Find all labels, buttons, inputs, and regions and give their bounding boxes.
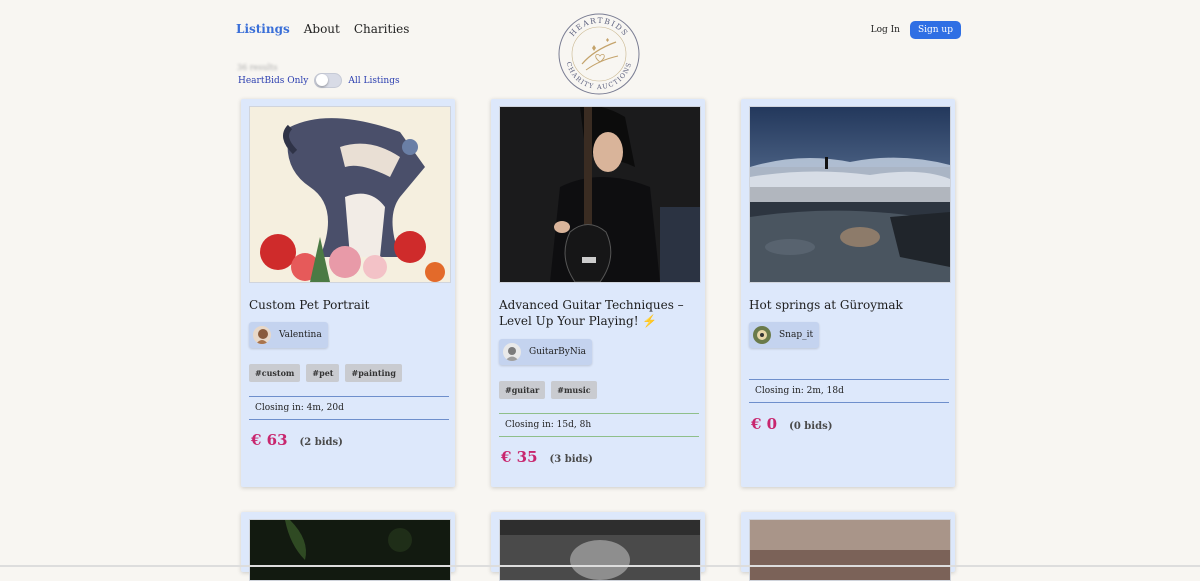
auth-nav: Log In Sign up [871,21,961,39]
current-price: € 0 [751,415,778,433]
tag[interactable]: #custom [249,364,301,382]
closing-time: Closing in: 15d, 8h [499,413,699,437]
listing-card[interactable] [241,512,455,581]
listing-card[interactable]: Advanced Guitar Techniques – Level Up Yo… [491,99,705,487]
results-count: 36 results [237,63,278,72]
price-row: € 63 (2 bids) [251,431,343,449]
seller-avatar [253,326,271,344]
all-listings-label[interactable]: All Listings [348,76,399,86]
listing-image-guitar[interactable] [499,106,701,283]
current-price: € 63 [251,431,288,449]
closing-time: Closing in: 2m, 18d [749,379,949,403]
nav-charities[interactable]: Charities [354,22,410,36]
seller-avatar [503,343,521,361]
tag[interactable]: #pet [306,364,340,382]
bid-count: (2 bids) [299,437,343,448]
toggle-knob [316,74,329,86]
listing-image-pet-portrait[interactable] [249,106,451,283]
heartbids-only-label[interactable]: HeartBids Only [238,76,308,86]
nav-about[interactable]: About [304,22,340,36]
listing-image[interactable] [249,519,451,581]
seller-chip[interactable]: Valentina [249,322,328,348]
bid-count: (3 bids) [549,454,593,465]
seller-name: Snap_it [779,330,814,340]
seller-chip[interactable]: Snap_it [749,322,820,348]
listing-image[interactable] [749,519,951,581]
seller-avatar [753,326,771,344]
login-link[interactable]: Log In [871,25,900,35]
tag-list: #custom #pet #painting [249,364,402,382]
listing-card[interactable] [741,512,955,581]
closing-time: Closing in: 4m, 20d [249,396,449,420]
tag[interactable]: #guitar [499,381,546,399]
listing-image-hot-springs[interactable] [749,106,951,283]
main-nav: Listings About Charities [236,22,409,36]
listing-card[interactable]: Hot springs at Güroymak Snap_it Closing … [741,99,955,487]
listing-card[interactable] [491,512,705,581]
listing-card[interactable]: Custom Pet Portrait Valentina #custom #p… [241,99,455,487]
tag[interactable]: #painting [345,364,402,382]
signup-button[interactable]: Sign up [909,21,961,39]
seller-name: GuitarByNia [529,347,586,357]
nav-listings[interactable]: Listings [236,22,290,36]
listing-filter: HeartBids Only All Listings [238,73,400,88]
listing-title[interactable]: Advanced Guitar Techniques – Level Up Yo… [499,297,699,329]
listing-title[interactable]: Hot springs at Güroymak [749,297,949,313]
listing-toggle[interactable] [314,73,343,88]
seller-chip[interactable]: GuitarByNia [499,339,592,365]
bid-count: (0 bids) [789,421,833,432]
heartbids-logo[interactable]: HEARTBIDS CHARITY AUCTIONS [556,12,642,96]
tag-list: #guitar #music [499,381,597,399]
price-row: € 0 (0 bids) [751,415,832,433]
listing-image[interactable] [499,519,701,581]
seller-name: Valentina [279,330,322,340]
tag[interactable]: #music [551,381,597,399]
listing-title[interactable]: Custom Pet Portrait [249,297,449,313]
price-row: € 35 (3 bids) [501,448,593,466]
current-price: € 35 [501,448,538,466]
